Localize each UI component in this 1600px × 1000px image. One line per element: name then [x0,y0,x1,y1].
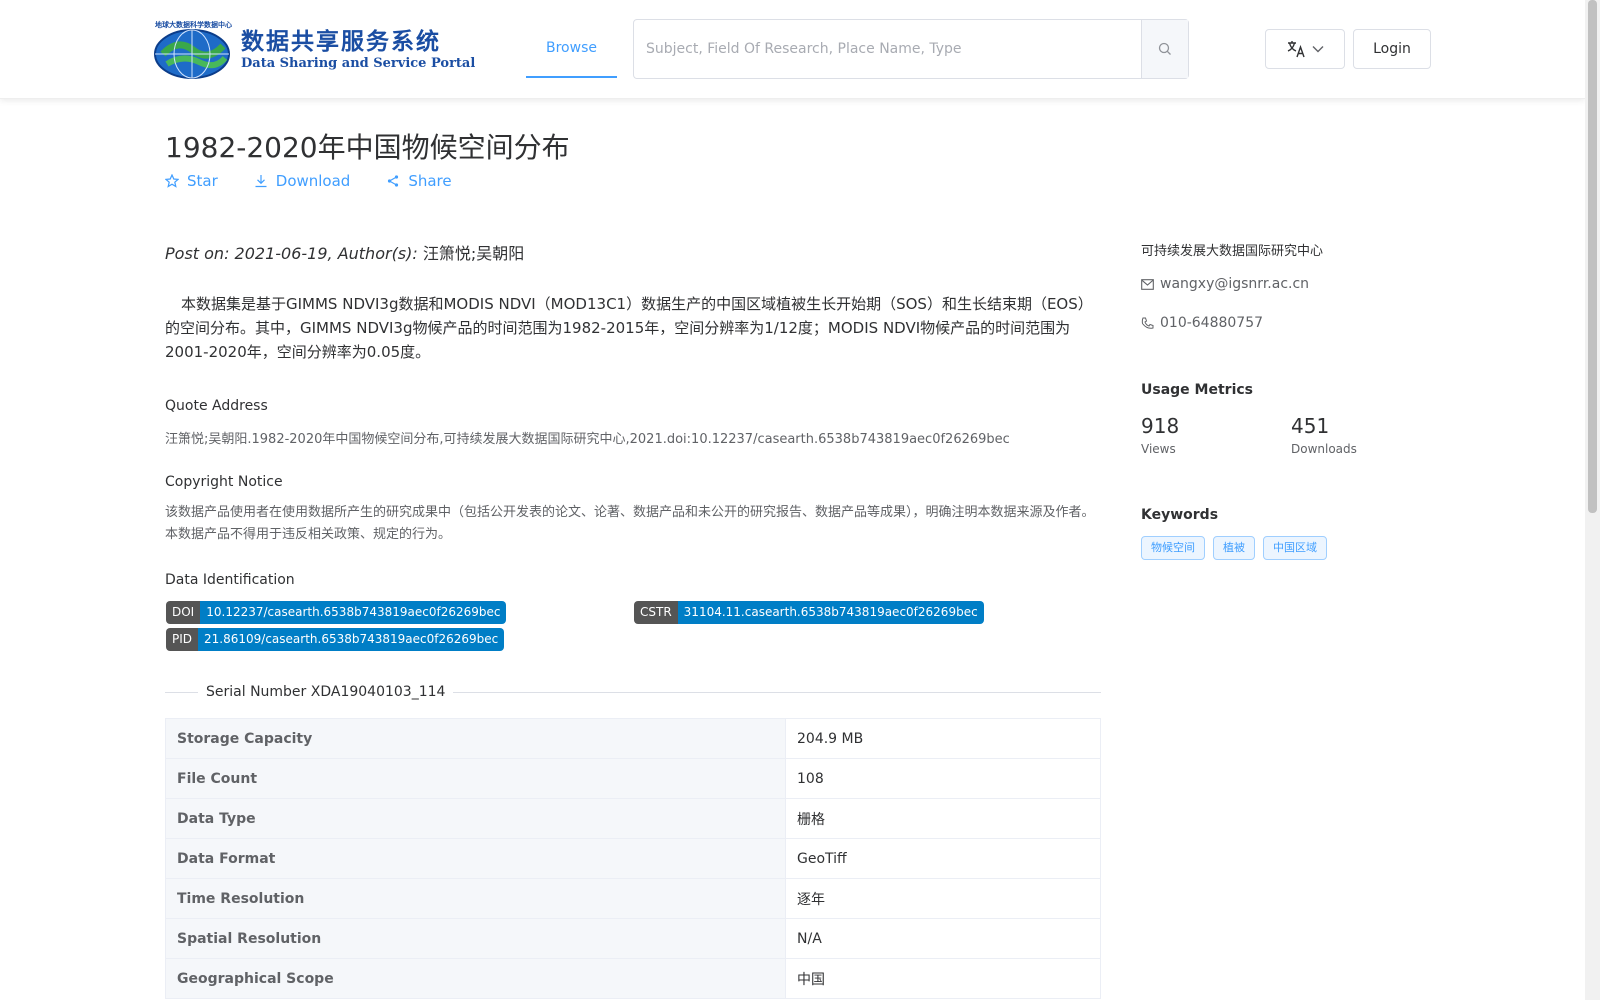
star-icon [165,174,179,188]
share-label: Share [408,172,452,190]
downloads-count: 451 [1291,414,1330,438]
table-row-key: Time Resolution [165,878,786,919]
post-date: Post on: 2021-06-19, Author(s): [165,244,418,263]
star-button[interactable]: Star [165,172,218,190]
logo-title-cn: 数据共享服务系统 [241,29,441,55]
table-row-value: 204.9 MB [785,718,1101,759]
scrollbar-thumb[interactable] [1588,0,1597,513]
table-row-value: GeoTiff [785,838,1101,879]
table-row: Data Type 栅格 [165,798,1101,839]
authors: 汪箫悦;吴朝阳 [422,244,525,263]
doi-badge[interactable]: DOI 10.12237/casearth.6538b743819aec0f26… [166,601,507,624]
cstr-badge-key: CSTR [634,601,678,624]
contact-email[interactable]: wangxy@igsnrr.ac.cn [1141,276,1309,292]
cstr-badge-value: 31104.11.casearth.6538b743819aec0f26269b… [677,601,984,624]
views-metric: 918 Views [1141,414,1179,456]
search-icon [1158,42,1171,55]
table-row-value: 栅格 [785,798,1101,839]
nav-browse-tab[interactable]: Browse [526,0,617,78]
data-identification-title: Data Identification [165,572,295,588]
email-text: wangxy@igsnrr.ac.cn [1160,276,1310,292]
pid-badge-key: PID [166,628,199,651]
search-button[interactable] [1141,20,1188,78]
download-icon [255,175,267,188]
globe-logo-icon [154,29,230,79]
phone-text: 010-64880757 [1160,315,1264,331]
contact-phone: 010-64880757 [1141,315,1263,331]
table-row-key: Geographical Scope [165,958,786,999]
table-row-value: 108 [785,758,1101,799]
doi-badge-value: 10.12237/casearth.6538b743819aec0f26269b… [200,601,507,624]
dataset-description: 本数据集是基于GIMMS NDVI3g数据和MODIS NDVI（MOD13C1… [165,295,1093,361]
table-row-value: N/A [785,918,1101,959]
pid-badge[interactable]: PID 21.86109/casearth.6538b743819aec0f26… [166,628,505,651]
keyword-tag[interactable]: 植被 [1213,536,1255,560]
download-label: Download [275,172,351,190]
login-button[interactable]: Login [1353,29,1431,69]
phone-icon [1141,317,1154,329]
table-row: Spatial Resolution N/A [165,918,1101,959]
chevron-down-icon [1312,46,1324,53]
language-switch-button[interactable] [1265,29,1345,69]
logo-title-en: Data Sharing and Service Portal [241,56,476,71]
copyright-text: 该数据产品使用者在使用数据所产生的研究成果中（包括公开发表的论文、论著、数据产品… [165,505,1095,542]
usage-metrics-title: Usage Metrics [1141,382,1253,398]
logo-center-name: 地球大数据科学数据中心 [155,21,232,29]
quote-address-title: Quote Address [165,398,268,414]
table-row: File Count 108 [165,758,1101,799]
translate-icon [1287,41,1305,58]
keyword-tag[interactable]: 物候空间 [1141,536,1205,560]
table-row: Geographical Scope 中国 [165,958,1101,999]
dataset-metadata-table: Storage Capacity 204.9 MB File Count 108 Dat… [165,718,1101,999]
table-row-key: File Count [165,758,786,799]
quote-address-text: 汪箫悦;吴朝阳.1982-2020年中国物候空间分布,可持续发展大数据国际研究中… [165,432,1010,447]
table-row-key: Spatial Resolution [165,918,786,959]
serial-number: Serial Number XDA19040103_114 [198,684,454,700]
keyword-tags: 物候空间 植被 中国区域 [1141,536,1327,560]
share-icon [388,175,399,187]
table-row: Storage Capacity 204.9 MB [165,718,1101,759]
mail-icon [1141,278,1154,290]
table-row: Data Format GeoTiff [165,838,1101,879]
contact-organization: 可持续发展大数据国际研究中心 [1141,244,1324,259]
post-info: Post on: 2021-06-19, Author(s): 汪箫悦;吴朝阳 [165,240,524,264]
table-row-key: Data Type [165,798,786,839]
table-row-key: Storage Capacity [165,718,786,759]
star-label: Star [187,172,218,190]
dataset-title: 1982-2020年中国物候空间分布 [165,131,570,164]
dataset-actions: Star Download Share [165,172,488,190]
search-input[interactable] [634,20,1141,78]
views-count: 918 [1141,414,1180,438]
top-header: 地球大数据科学数据中心 数据共享服务系统 Data Sharing and Se… [0,0,1585,99]
share-button[interactable]: Share [386,172,452,190]
table-row-value: 逐年 [785,878,1101,919]
cstr-badge[interactable]: CSTR 31104.11.casearth.6538b743819aec0f2… [634,601,984,624]
page-scrollbar[interactable] [1585,0,1600,1000]
keywords-title: Keywords [1141,507,1219,523]
views-label: Views [1141,442,1176,456]
doi-badge-key: DOI [166,601,201,624]
keyword-tag[interactable]: 中国区域 [1263,536,1327,560]
search-box [633,19,1189,79]
portal-logo[interactable]: 地球大数据科学数据中心 数据共享服务系统 Data Sharing and Se… [153,18,475,82]
table-row-key: Data Format [165,838,786,879]
downloads-label: Downloads [1291,442,1357,456]
download-button[interactable]: Download [254,172,351,190]
table-row-value: 中国 [785,958,1101,999]
table-row: Time Resolution 逐年 [165,878,1101,919]
downloads-metric: 451 Downloads [1291,414,1357,456]
pid-badge-value: 21.86109/casearth.6538b743819aec0f26269b… [198,628,505,651]
copyright-title: Copyright Notice [165,474,283,490]
